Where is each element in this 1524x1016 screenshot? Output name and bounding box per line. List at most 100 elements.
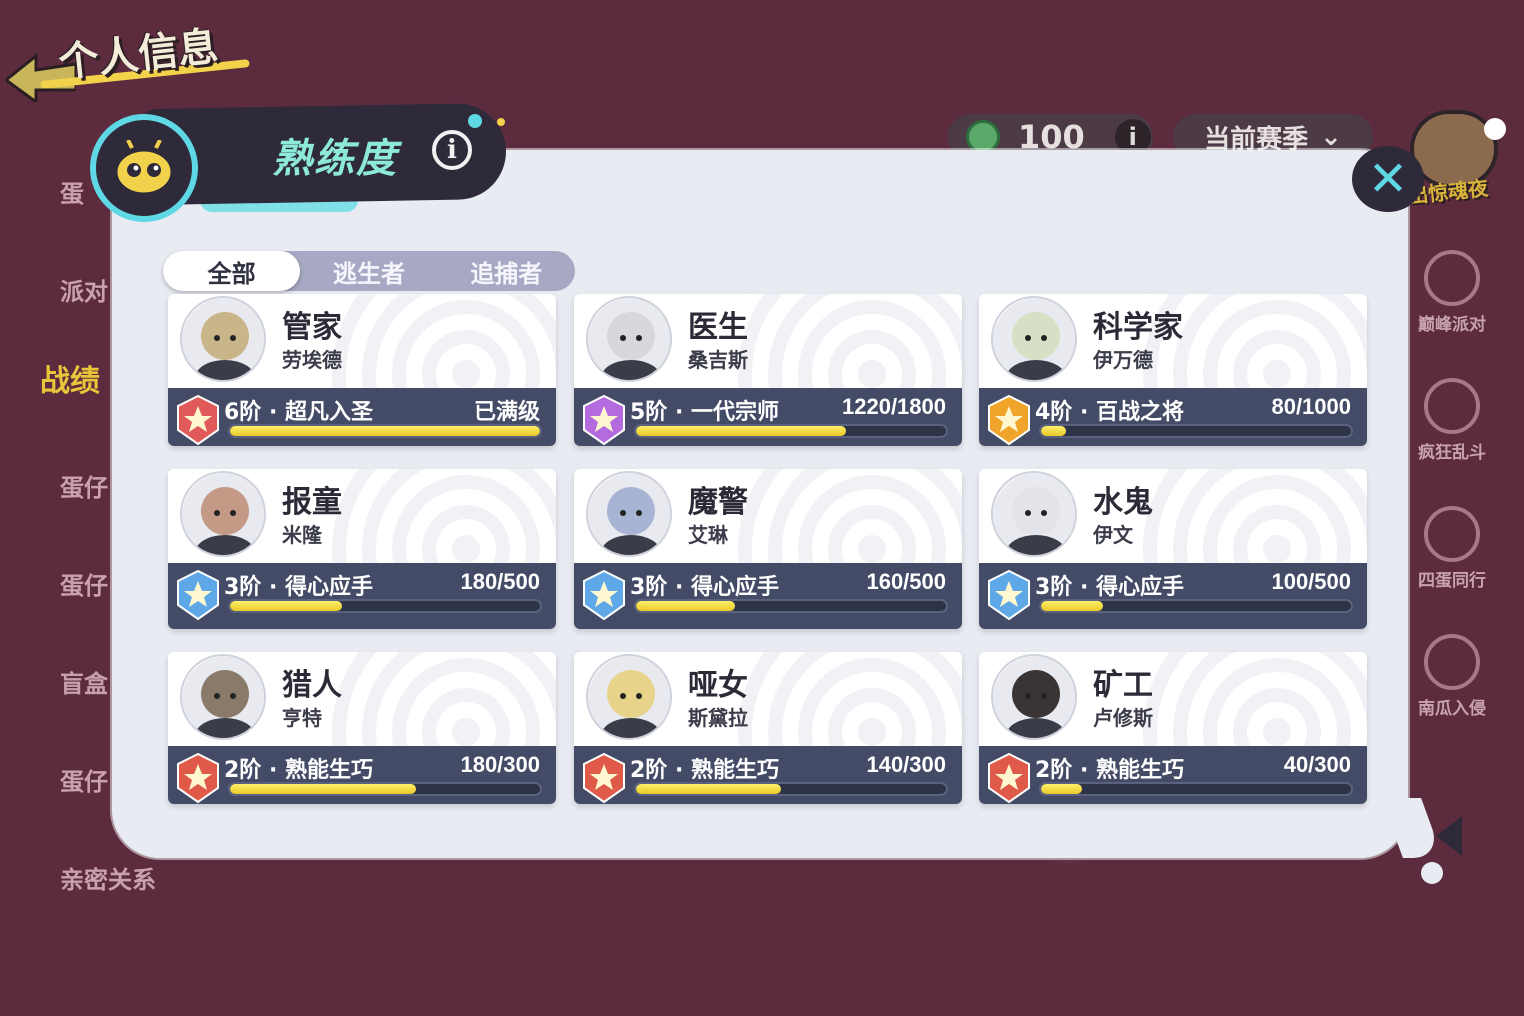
rank-badge-icon xyxy=(177,394,219,446)
character-card[interactable]: 医生 桑吉斯 5阶 · 一代宗师 1220/1800 xyxy=(574,294,962,446)
progress-bar-fill xyxy=(230,601,342,611)
character-subname: 卢修斯 xyxy=(1093,706,1153,730)
progress-bar xyxy=(228,424,542,438)
progress-bar xyxy=(228,599,542,613)
character-subname: 桑吉斯 xyxy=(688,348,748,372)
info-icon[interactable]: i xyxy=(432,130,472,170)
decor-dot xyxy=(468,114,482,128)
rank-progress-value: 1220/1800 xyxy=(842,394,946,419)
rank-progress-value: 80/1000 xyxy=(1271,394,1351,419)
character-subname: 斯黛拉 xyxy=(688,706,748,730)
rank-label: 2阶 · 熟能生巧 xyxy=(224,758,373,783)
rank-progress-value: 40/300 xyxy=(1283,752,1351,777)
character-avatar xyxy=(586,471,672,557)
right-nav-label: 四蛋同行 xyxy=(1418,571,1486,591)
rank-label: 3阶 · 得心应手 xyxy=(1035,575,1184,600)
character-name: 矿工 xyxy=(1093,668,1153,703)
character-card[interactable]: 管家 劳埃德 6阶 · 超凡入圣 已满级 xyxy=(168,294,556,446)
rank-label: 6阶 · 超凡入圣 xyxy=(224,400,373,425)
rank-badge-icon xyxy=(988,752,1030,804)
tab-hunter[interactable]: 追捕者 xyxy=(438,251,575,291)
rank-badge-icon xyxy=(583,569,625,621)
character-name: 哑女 xyxy=(688,668,748,703)
progress-bar-fill xyxy=(636,426,847,436)
avatar-head xyxy=(201,487,249,535)
mode-icon xyxy=(1424,634,1480,690)
left-nav-item-5[interactable]: 盲盒 xyxy=(60,664,108,699)
left-nav-item-2[interactable]: 战绩 xyxy=(40,356,100,400)
character-name: 管家 xyxy=(282,310,342,345)
collapse-arrow-icon[interactable] xyxy=(1432,814,1466,858)
character-card[interactable]: 矿工 卢修斯 2阶 · 熟能生巧 40/300 xyxy=(979,652,1367,804)
mode-icon xyxy=(1424,506,1480,562)
right-nav-item-2[interactable]: 四蛋同行 xyxy=(1410,506,1494,591)
panel-title: 熟练度 xyxy=(272,136,398,182)
character-name: 魔警 xyxy=(688,485,748,520)
left-nav-item-4[interactable]: 蛋仔 xyxy=(60,566,108,601)
mode-icon xyxy=(1424,250,1480,306)
avatar-head xyxy=(201,312,249,360)
rank-badge-icon xyxy=(988,569,1030,621)
character-card[interactable]: 科学家 伊万德 4阶 · 百战之将 80/1000 xyxy=(979,294,1367,446)
rank-progress-value: 已满级 xyxy=(473,399,540,424)
progress-bar xyxy=(1039,599,1353,613)
progress-bar-fill xyxy=(1041,601,1103,611)
rank-label: 2阶 · 熟能生巧 xyxy=(1035,758,1184,783)
avatar-head xyxy=(607,670,655,718)
progress-bar xyxy=(1039,782,1353,796)
tab-survivor[interactable]: 逃生者 xyxy=(300,251,437,291)
character-subname: 伊万德 xyxy=(1093,348,1153,372)
tab-all[interactable]: 全部 xyxy=(163,251,301,291)
character-card[interactable]: 猎人 亨特 2阶 · 熟能生巧 180/300 xyxy=(168,652,556,804)
left-nav-item-7[interactable]: 亲密关系 xyxy=(60,860,156,895)
rank-badge-icon xyxy=(988,394,1030,446)
character-card[interactable]: 哑女 斯黛拉 2阶 · 熟能生巧 140/300 xyxy=(574,652,962,804)
left-nav-item-3[interactable]: 蛋仔 xyxy=(60,468,108,503)
progress-bar-fill xyxy=(636,601,736,611)
chevron-down-icon: ⌄ xyxy=(1320,122,1342,152)
rank-label: 3阶 · 得心应手 xyxy=(224,575,373,600)
character-subname: 伊文 xyxy=(1093,523,1133,547)
right-nav-label: 南瓜入侵 xyxy=(1418,699,1486,719)
character-avatar xyxy=(180,296,266,382)
character-card[interactable]: 报童 米隆 3阶 · 得心应手 180/500 xyxy=(168,469,556,629)
character-subname: 艾琳 xyxy=(688,523,728,547)
avatar-head xyxy=(1012,312,1060,360)
progress-bar-fill xyxy=(230,784,416,794)
character-avatar xyxy=(180,471,266,557)
tab-bar: 全部 逃生者 追捕者 xyxy=(163,251,575,291)
character-card[interactable]: 魔警 艾琳 3阶 · 得心应手 160/500 xyxy=(574,469,962,629)
avatar-head xyxy=(607,487,655,535)
mode-icon xyxy=(1424,378,1480,434)
rank-progress-value: 160/500 xyxy=(866,569,946,594)
progress-bar xyxy=(1039,424,1353,438)
rank-progress-value: 140/300 xyxy=(866,752,946,777)
avatar-head xyxy=(607,312,655,360)
right-nav-item-1[interactable]: 疯狂乱斗 xyxy=(1410,378,1494,463)
character-subname: 亨特 xyxy=(282,706,322,730)
close-button[interactable]: ✕ xyxy=(1352,146,1424,212)
notification-dot xyxy=(1484,118,1506,140)
rank-badge-icon xyxy=(583,752,625,804)
progress-bar-fill xyxy=(636,784,781,794)
right-nav-item-0[interactable]: 巅峰派对 xyxy=(1410,250,1494,335)
left-nav-item-6[interactable]: 蛋仔 xyxy=(60,762,108,797)
character-avatar xyxy=(991,471,1077,557)
character-name: 报童 xyxy=(282,485,342,520)
left-nav-item-0[interactable]: 蛋 xyxy=(60,174,84,209)
rank-label: 4阶 · 百战之将 xyxy=(1035,400,1184,425)
rank-badge-icon xyxy=(177,752,219,804)
character-name: 科学家 xyxy=(1093,310,1183,345)
progress-bar xyxy=(634,424,948,438)
character-card[interactable]: 水鬼 伊文 3阶 · 得心应手 100/500 xyxy=(979,469,1367,629)
coin-icon xyxy=(966,120,1000,154)
rank-badge-icon xyxy=(583,394,625,446)
rank-progress-value: 100/500 xyxy=(1271,569,1351,594)
left-nav-item-1[interactable]: 派对 xyxy=(60,272,108,307)
character-avatar xyxy=(991,296,1077,382)
progress-bar-fill xyxy=(1041,784,1083,794)
character-subname: 劳埃德 xyxy=(282,348,342,372)
character-avatar xyxy=(991,654,1077,740)
right-nav-label: 巅峰派对 xyxy=(1418,315,1486,335)
right-nav-item-3[interactable]: 南瓜入侵 xyxy=(1410,634,1494,719)
